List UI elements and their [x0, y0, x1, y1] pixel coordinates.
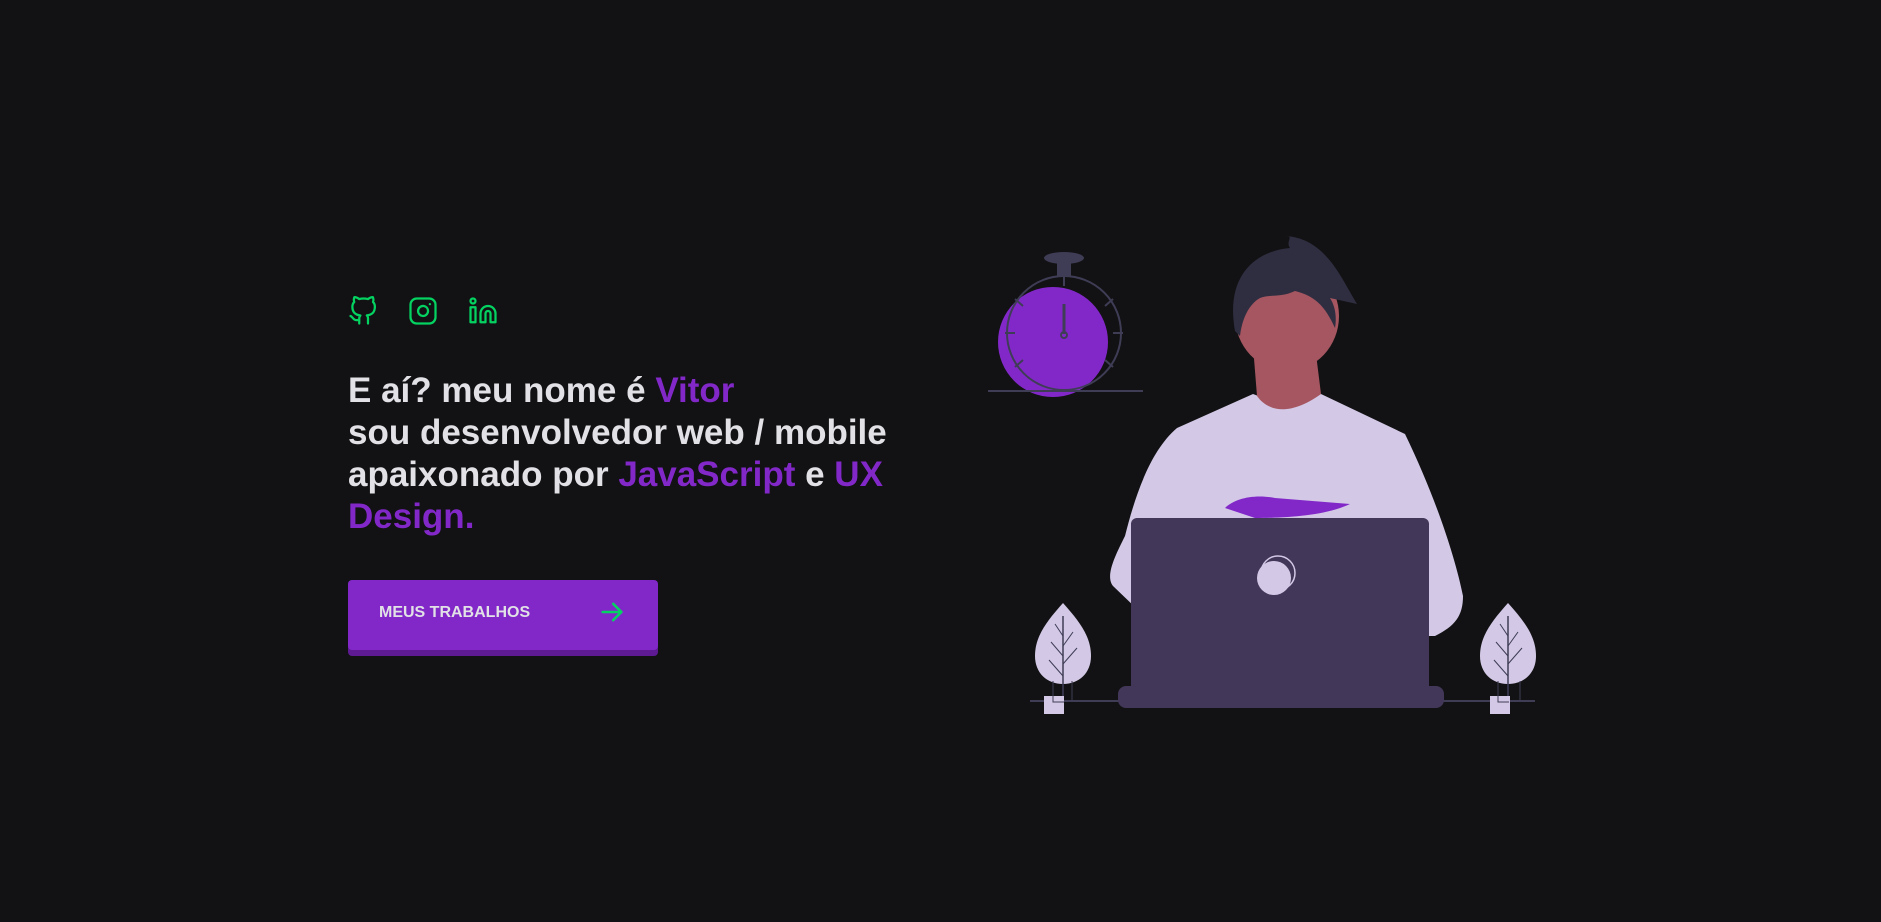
linkedin-link[interactable]: [468, 296, 498, 326]
hero-headline: E aí? meu nome é Vitor sou desenvolvedor…: [348, 370, 928, 538]
hero-content: E aí? meu nome é Vitor sou desenvolvedor…: [348, 296, 948, 650]
instagram-icon: [409, 297, 437, 325]
my-works-button-label: MEUS TRABALHOS: [379, 604, 531, 621]
headline-ux: UX: [834, 455, 883, 494]
stopwatch-icon: [988, 252, 1143, 397]
headline-name: Vitor: [655, 371, 735, 410]
headline-passion: apaixonado por: [348, 455, 619, 494]
laptop-illustration: [1118, 518, 1444, 708]
instagram-link[interactable]: [408, 296, 438, 326]
headline-conjunction: e: [795, 455, 835, 494]
github-icon: [349, 296, 376, 325]
left-plant-illustration: [1035, 603, 1091, 714]
headline-tech: JavaScript: [618, 455, 796, 494]
arrow-right-icon: [598, 598, 626, 629]
headline-role: sou desenvolvedor web / mobile: [348, 413, 887, 452]
headline-greeting: E aí? meu nome é: [348, 371, 656, 410]
headline-design: Design.: [348, 497, 475, 536]
right-plant-illustration: [1480, 603, 1536, 714]
my-works-button[interactable]: MEUS TRABALHOS: [348, 580, 658, 650]
linkedin-icon: [469, 297, 497, 324]
hero-page: E aí? meu nome é Vitor sou desenvolvedor…: [0, 0, 1881, 922]
developer-illustration: [988, 236, 1536, 714]
social-links: [348, 296, 948, 326]
github-link[interactable]: [348, 296, 378, 326]
